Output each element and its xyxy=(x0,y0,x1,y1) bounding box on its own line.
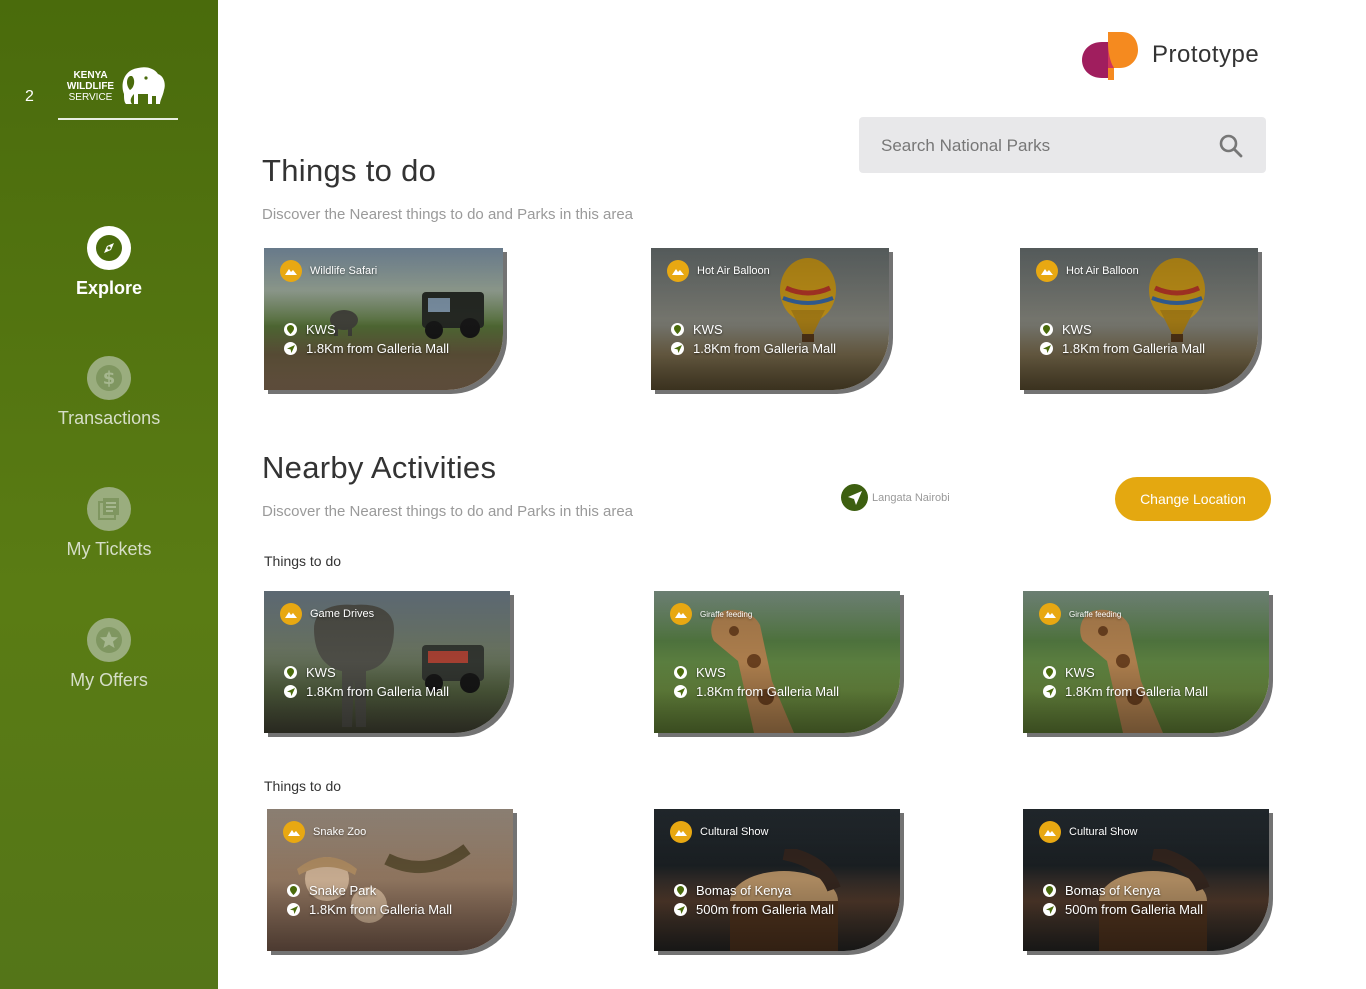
search-input[interactable] xyxy=(879,117,1203,175)
location-name: Langata Nairobi xyxy=(872,491,950,504)
card-category: Cultural Show xyxy=(700,826,769,838)
dollar-icon: $ xyxy=(87,356,131,400)
nav-my-tickets[interactable]: My Tickets xyxy=(0,487,218,560)
card-distance: 1.8Km from Galleria Mall xyxy=(696,684,840,699)
mountain-icon xyxy=(280,260,302,282)
nav-explore[interactable]: Explore xyxy=(0,226,218,299)
navigation-arrow-icon xyxy=(841,484,868,511)
card-distance: 1.8Km from Galleria Mall xyxy=(306,684,450,699)
location-pin-icon xyxy=(1040,323,1053,336)
mountain-icon xyxy=(1039,603,1061,625)
card-distance: 1.8Km from Galleria Mall xyxy=(1065,684,1209,699)
logo-line-3: SERVICE xyxy=(68,92,113,103)
elephant-icon xyxy=(122,67,165,104)
card-place: Bomas of Kenya xyxy=(1065,883,1161,898)
location-pin-icon xyxy=(1043,884,1056,897)
card-category: Cultural Show xyxy=(1069,826,1138,838)
star-icon xyxy=(87,618,131,662)
card-distance: 500m from Galleria Mall xyxy=(1065,902,1203,917)
nav-my-offers-label: My Offers xyxy=(70,670,148,690)
card-place: KWS xyxy=(693,322,723,337)
card-distance: 1.8Km from Galleria Mall xyxy=(693,341,837,356)
activity-card[interactable]: Cultural Show Bomas of Kenya 500m from G… xyxy=(654,809,900,951)
nav-my-tickets-label: My Tickets xyxy=(66,539,152,559)
navigation-arrow-icon xyxy=(674,903,687,916)
section-title-nearby-activities: Nearby Activities xyxy=(262,450,497,485)
mountain-icon xyxy=(670,603,692,625)
card-place: KWS xyxy=(1065,665,1095,680)
brand: Prototype xyxy=(1080,28,1259,82)
group-title: Things to do xyxy=(264,778,342,794)
card-distance: 1.8Km from Galleria Mall xyxy=(306,341,450,356)
mountain-icon xyxy=(667,260,689,282)
nav-explore-label: Explore xyxy=(75,278,143,298)
card-category: Snake Zoo xyxy=(313,826,367,838)
kws-logo[interactable]: KENYA WILDLIFE SERVICE xyxy=(58,62,178,120)
navigation-arrow-icon xyxy=(1040,342,1053,355)
search-bar xyxy=(859,117,1266,175)
activity-card[interactable]: Hot Air Balloon KWS 1.8Km from Galleria … xyxy=(1020,248,1258,390)
activity-card[interactable]: Wildlife Safari KWS 1.8Km from Galleria … xyxy=(264,248,503,390)
sidebar-number: 2 xyxy=(25,88,34,105)
card-place: KWS xyxy=(1062,322,1092,337)
nav-transactions-label: Transactions xyxy=(57,408,161,428)
activity-card[interactable]: Game Drives KWS 1.8Km from Galleria Mall xyxy=(264,591,510,733)
navigation-arrow-icon xyxy=(671,342,684,355)
mountain-icon xyxy=(1036,260,1058,282)
location-pin-icon xyxy=(287,884,300,897)
card-category: Hot Air Balloon xyxy=(1066,265,1139,277)
location-pin-icon xyxy=(671,323,684,336)
mountain-icon xyxy=(280,603,302,625)
mountain-icon xyxy=(283,821,305,843)
card-place: Snake Park xyxy=(309,883,377,898)
navigation-arrow-icon xyxy=(1043,903,1056,916)
card-category: Giraffe feeding xyxy=(700,609,753,619)
location-pin-icon xyxy=(1043,666,1056,679)
change-location-button[interactable]: Change Location xyxy=(1115,477,1271,521)
section-subtitle: Discover the Nearest things to do and Pa… xyxy=(262,206,634,223)
tickets-icon xyxy=(87,487,131,531)
logo-line-2: WILDLIFE xyxy=(66,81,115,92)
group-title: Things to do xyxy=(264,553,342,569)
search-icon[interactable] xyxy=(1218,133,1244,159)
section-subtitle: Discover the Nearest things to do and Pa… xyxy=(262,503,634,520)
activity-card[interactable]: Cultural Show Bomas of Kenya 500m from G… xyxy=(1023,809,1269,951)
location-pin-icon xyxy=(674,884,687,897)
nav-my-offers[interactable]: My Offers xyxy=(0,618,218,691)
navigation-arrow-icon xyxy=(284,685,297,698)
sidebar: 2 KENYA WILDLIFE SERVICE Explore $ Trans… xyxy=(0,0,218,989)
navigation-arrow-icon xyxy=(674,685,687,698)
card-place: Bomas of Kenya xyxy=(696,883,792,898)
activity-card[interactable]: Hot Air Balloon KWS 1.8Km from Galleria … xyxy=(651,248,889,390)
card-distance: 1.8Km from Galleria Mall xyxy=(309,902,453,917)
compass-icon xyxy=(87,226,131,270)
card-place: KWS xyxy=(696,665,726,680)
brand-name: Prototype xyxy=(1152,41,1260,68)
location-pin-icon xyxy=(674,666,687,679)
card-category: Hot Air Balloon xyxy=(697,265,770,277)
card-category: Giraffe feeding xyxy=(1069,609,1122,619)
nav-transactions[interactable]: $ Transactions xyxy=(0,356,218,429)
prototype-logo-icon xyxy=(1082,32,1138,80)
mountain-icon xyxy=(1039,821,1061,843)
card-place: KWS xyxy=(306,665,336,680)
activity-card[interactable]: Snake Zoo Snake Park 1.8Km from Galleria… xyxy=(267,809,513,951)
location-pin-icon xyxy=(284,323,297,336)
navigation-arrow-icon xyxy=(287,903,300,916)
mountain-icon xyxy=(670,821,692,843)
card-category: Game Drives xyxy=(310,608,375,620)
card-place: KWS xyxy=(306,322,336,337)
card-distance: 500m from Galleria Mall xyxy=(696,902,834,917)
svg-text:$: $ xyxy=(103,368,116,389)
navigation-arrow-icon xyxy=(284,342,297,355)
current-location: Langata Nairobi xyxy=(841,484,950,511)
activity-card[interactable]: Giraffe feeding KWS 1.8Km from Galleria … xyxy=(1023,591,1269,733)
location-pin-icon xyxy=(284,666,297,679)
card-distance: 1.8Km from Galleria Mall xyxy=(1062,341,1206,356)
section-title-things-to-do: Things to do xyxy=(262,153,437,188)
card-category: Wildlife Safari xyxy=(310,265,378,277)
activity-card[interactable]: Giraffe feeding KWS 1.8Km from Galleria … xyxy=(654,591,900,733)
logo-line-1: KENYA xyxy=(73,70,108,81)
navigation-arrow-icon xyxy=(1043,685,1056,698)
